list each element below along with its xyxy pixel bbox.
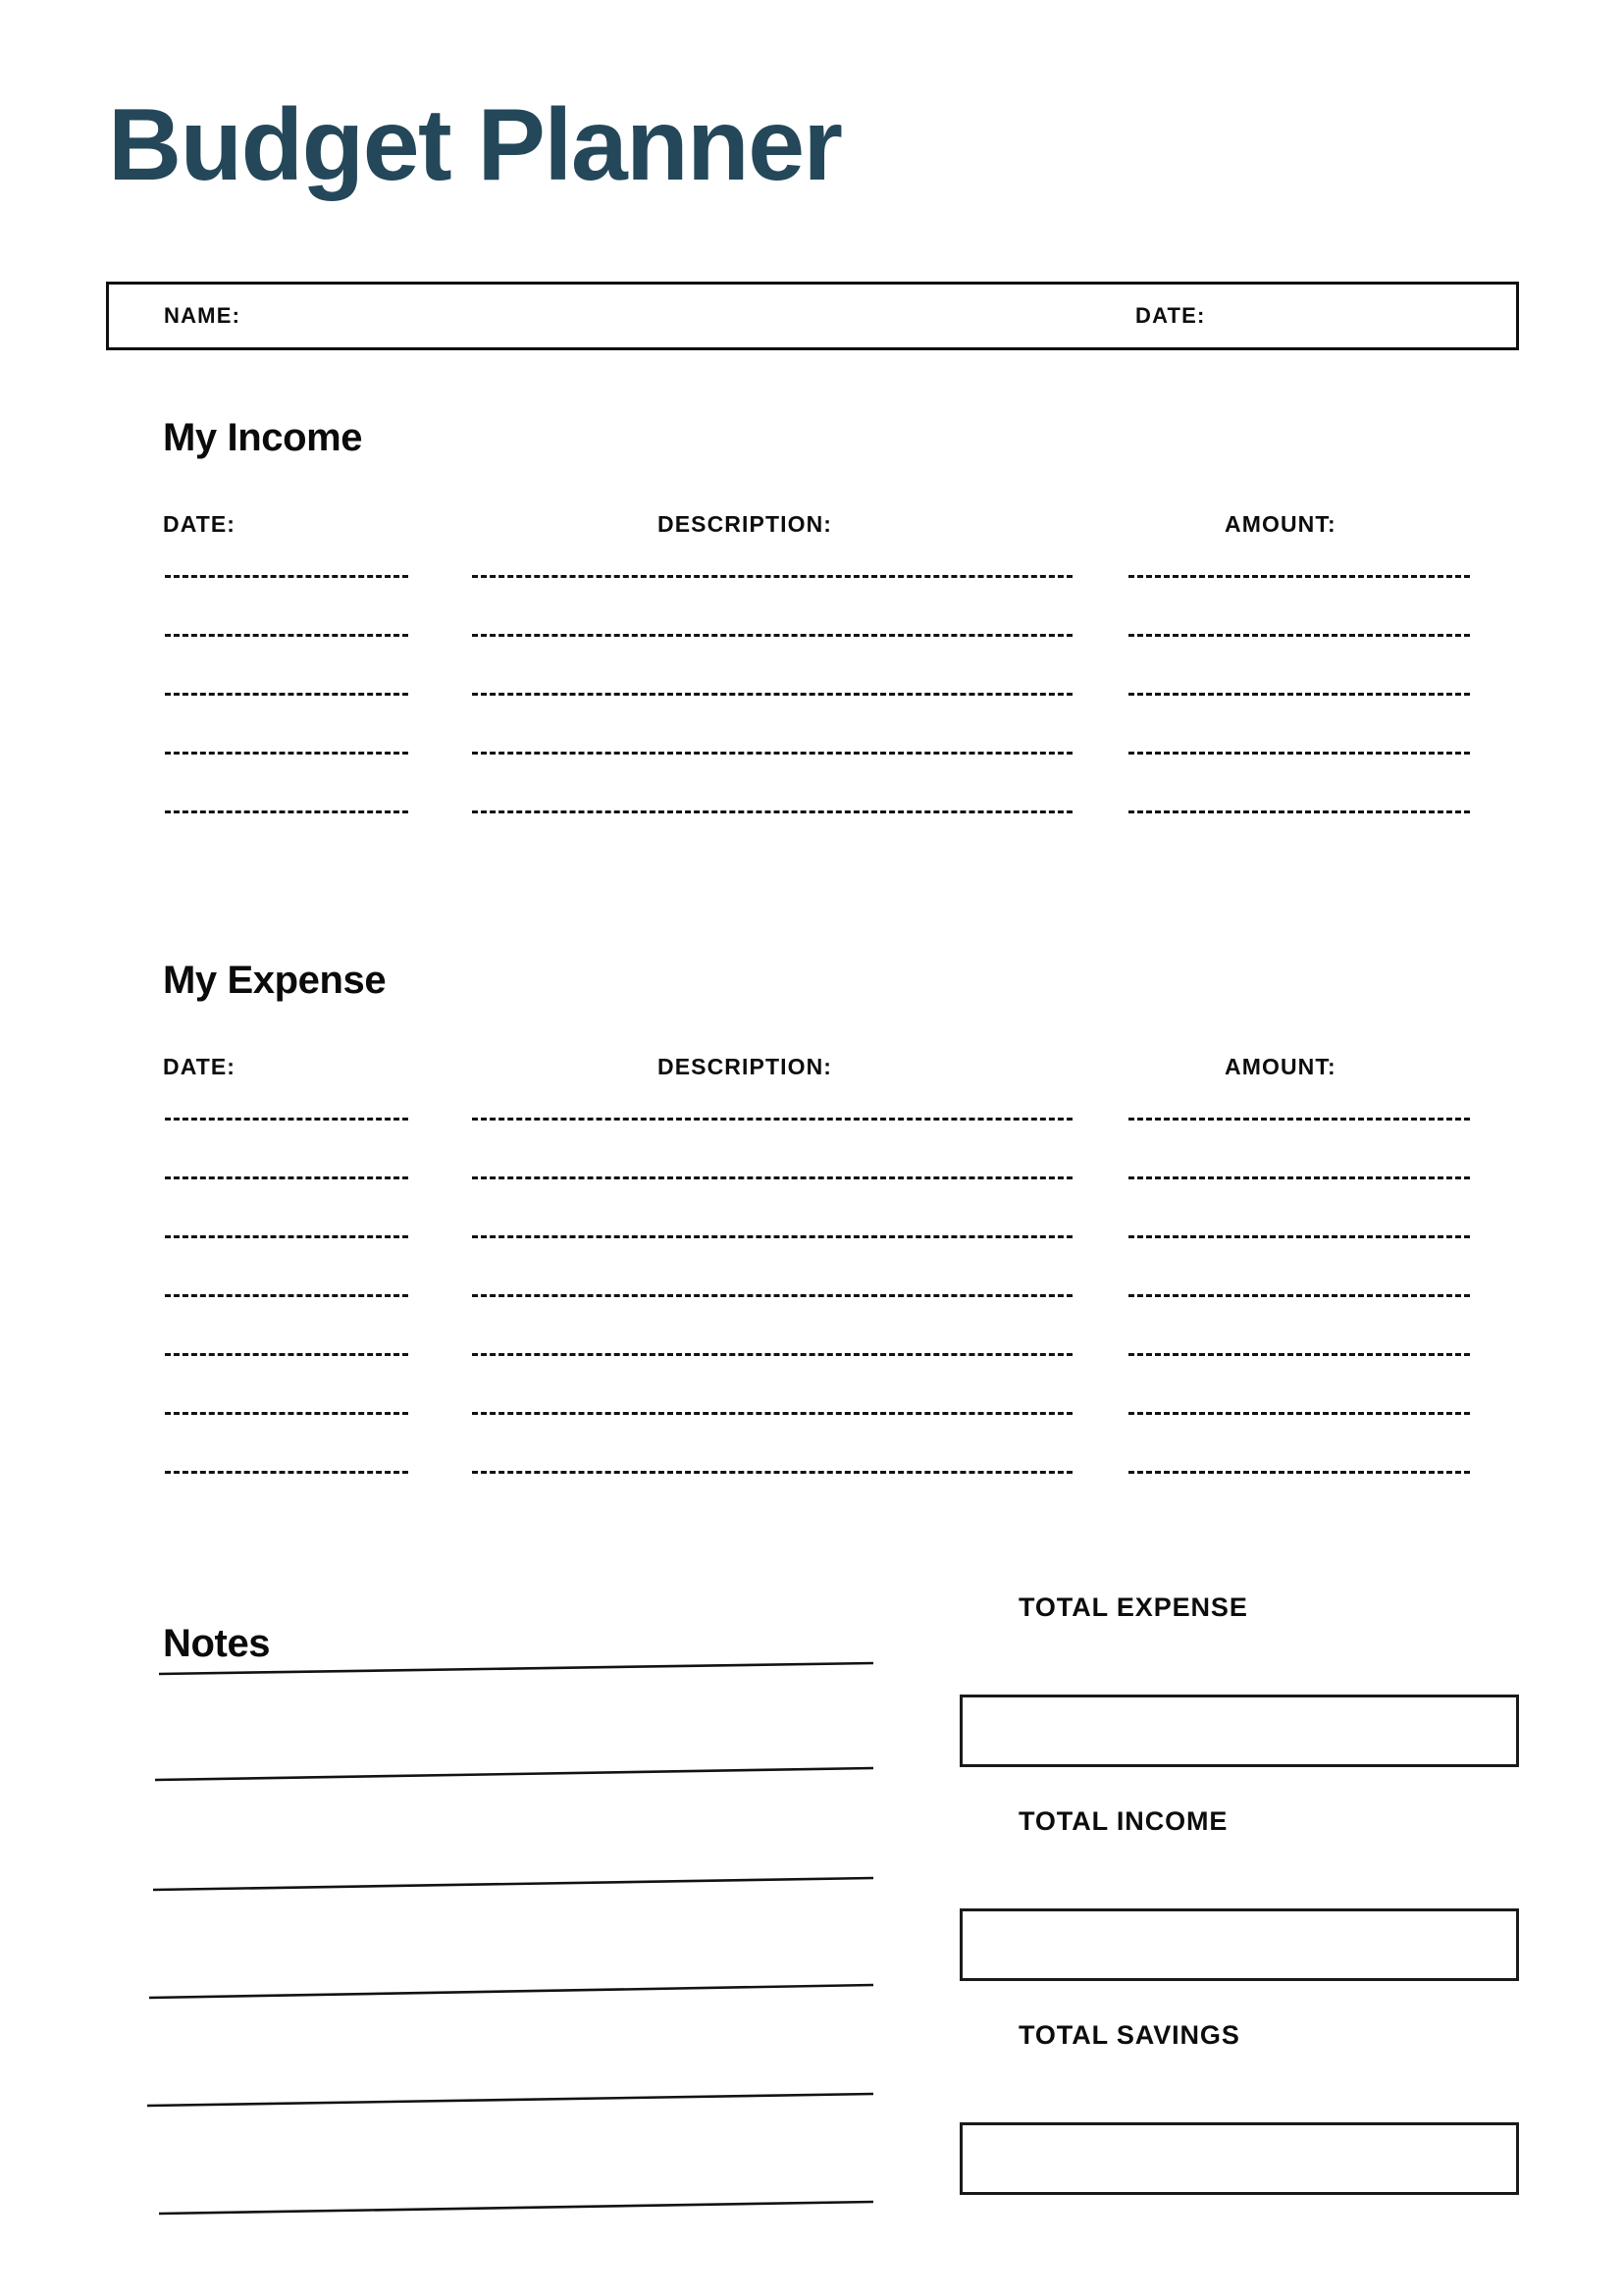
- notes-line[interactable]: [154, 1766, 874, 1782]
- expense-column-date: DATE:: [163, 1054, 236, 1079]
- income-row-amount-field[interactable]: [1128, 752, 1470, 755]
- notes-lines-group: [146, 1661, 874, 2216]
- notes-writing-area[interactable]: [146, 1658, 874, 2286]
- notes-line[interactable]: [148, 1983, 874, 2000]
- income-row-description-field[interactable]: [472, 752, 1073, 755]
- total-value-box[interactable]: [960, 2122, 1519, 2195]
- table-row: [0, 1471, 1624, 1530]
- income-column-headers: DATE: DESCRIPTION: AMOUNT:: [0, 511, 1624, 541]
- income-row-amount-field[interactable]: [1128, 575, 1470, 578]
- notes-line[interactable]: [146, 2092, 874, 2108]
- income-column-description: DESCRIPTION:: [657, 511, 833, 537]
- name-label: NAME:: [164, 303, 241, 328]
- expense-row-description-field[interactable]: [472, 1294, 1073, 1297]
- table-row: [0, 1353, 1624, 1412]
- income-row-description-field[interactable]: [472, 575, 1073, 578]
- income-row-description-field[interactable]: [472, 634, 1073, 637]
- expense-row-description-field[interactable]: [472, 1118, 1073, 1121]
- expense-column-headers: DATE: DESCRIPTION: AMOUNT:: [0, 1054, 1624, 1083]
- income-row-date-field[interactable]: [165, 752, 408, 755]
- expense-row-amount-field[interactable]: [1128, 1294, 1470, 1297]
- expense-column-amount: AMOUNT:: [1225, 1054, 1336, 1079]
- expense-row-amount-field[interactable]: [1128, 1176, 1470, 1179]
- table-row: [0, 1412, 1624, 1471]
- expense-row-date-field[interactable]: [165, 1294, 408, 1297]
- notes-line[interactable]: [158, 2200, 874, 2216]
- income-row-description-field[interactable]: [472, 810, 1073, 813]
- expense-column-description: DESCRIPTION:: [657, 1054, 833, 1079]
- expense-row-amount-field[interactable]: [1128, 1353, 1470, 1356]
- table-row: [0, 1118, 1624, 1176]
- expense-row-date-field[interactable]: [165, 1353, 408, 1356]
- table-row: [0, 752, 1624, 810]
- expense-row-description-field[interactable]: [472, 1176, 1073, 1179]
- expense-row-description-field[interactable]: [472, 1471, 1073, 1474]
- notes-line[interactable]: [158, 1661, 874, 1676]
- income-section-heading: My Income: [163, 416, 363, 459]
- table-row: [0, 575, 1624, 634]
- expense-rows: [0, 1118, 1624, 1530]
- page-title: Budget Planner: [108, 88, 843, 202]
- notes-line[interactable]: [152, 1876, 874, 1892]
- expense-row-date-field[interactable]: [165, 1412, 408, 1415]
- total-label: TOTAL SAVINGS: [1019, 2020, 1240, 2050]
- expense-row-amount-field[interactable]: [1128, 1471, 1470, 1474]
- date-label: DATE:: [1135, 303, 1206, 328]
- income-row-date-field[interactable]: [165, 810, 408, 813]
- table-row: [0, 1235, 1624, 1294]
- budget-planner-page: Budget Planner NAME: DATE: My Income DAT…: [0, 0, 1624, 2296]
- table-row: [0, 693, 1624, 752]
- total-value-box[interactable]: [960, 1695, 1519, 1767]
- table-row: [0, 810, 1624, 869]
- income-row-amount-field[interactable]: [1128, 810, 1470, 813]
- income-rows: [0, 575, 1624, 869]
- total-label: TOTAL INCOME: [1019, 1806, 1229, 1836]
- income-column-date: DATE:: [163, 511, 236, 537]
- total-label: TOTAL EXPENSE: [1019, 1592, 1248, 1622]
- table-row: [0, 634, 1624, 693]
- income-column-amount: AMOUNT:: [1225, 511, 1336, 537]
- income-row-date-field[interactable]: [165, 634, 408, 637]
- expense-row-date-field[interactable]: [165, 1176, 408, 1179]
- table-row: [0, 1176, 1624, 1235]
- expense-row-date-field[interactable]: [165, 1235, 408, 1238]
- name-date-bar: NAME: DATE:: [106, 282, 1519, 350]
- total-value-box[interactable]: [960, 1908, 1519, 1981]
- income-row-amount-field[interactable]: [1128, 634, 1470, 637]
- income-row-description-field[interactable]: [472, 693, 1073, 696]
- expense-row-amount-field[interactable]: [1128, 1235, 1470, 1238]
- expense-row-amount-field[interactable]: [1128, 1118, 1470, 1121]
- expense-row-date-field[interactable]: [165, 1118, 408, 1121]
- expense-row-date-field[interactable]: [165, 1471, 408, 1474]
- income-row-date-field[interactable]: [165, 575, 408, 578]
- expense-row-description-field[interactable]: [472, 1235, 1073, 1238]
- expense-row-description-field[interactable]: [472, 1353, 1073, 1356]
- notes-section-heading: Notes: [163, 1622, 271, 1665]
- income-row-amount-field[interactable]: [1128, 693, 1470, 696]
- expense-row-description-field[interactable]: [472, 1412, 1073, 1415]
- table-row: [0, 1294, 1624, 1353]
- expense-section-heading: My Expense: [163, 959, 387, 1002]
- income-row-date-field[interactable]: [165, 693, 408, 696]
- expense-row-amount-field[interactable]: [1128, 1412, 1470, 1415]
